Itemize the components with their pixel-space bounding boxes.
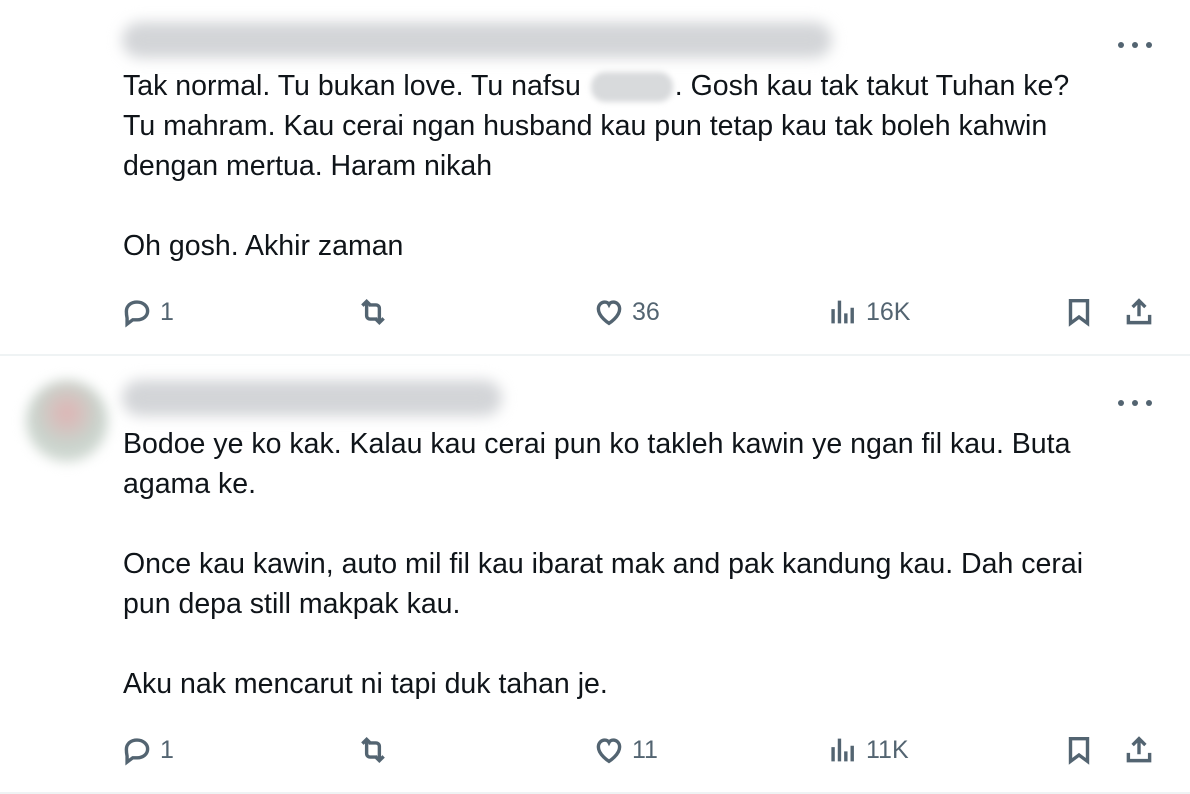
- views-icon: [831, 300, 854, 324]
- tweet-line-blank: [123, 186, 1173, 226]
- bookmark-icon: [1068, 736, 1090, 765]
- bookmark-icon: [1068, 298, 1090, 327]
- retweet-icon: [361, 736, 385, 764]
- divider: [0, 354, 1190, 356]
- retweet-button[interactable]: [356, 730, 390, 770]
- tweet-line: Tu mahram. Kau cerai ngan husband kau pu…: [123, 110, 1048, 142]
- tweet-actions: 1 36 16K: [120, 292, 1160, 332]
- views-button[interactable]: 11K: [826, 730, 909, 770]
- tweet-line-blank: [123, 624, 1173, 664]
- tweet-line: Oh gosh. Akhir zaman: [123, 230, 404, 262]
- reply-button[interactable]: 1: [120, 730, 174, 770]
- views-icon: [831, 738, 854, 762]
- author-name-redacted[interactable]: [122, 380, 502, 416]
- bookmark-button[interactable]: [1062, 292, 1096, 332]
- reply-icon: [124, 300, 150, 328]
- avatar[interactable]: [26, 22, 108, 104]
- author-name-redacted[interactable]: [122, 22, 832, 58]
- tweet-line: agama ke.: [123, 468, 257, 500]
- reply-icon: [124, 738, 150, 766]
- share-icon: [1126, 736, 1152, 763]
- redacted-word: [590, 72, 673, 103]
- retweet-icon: [361, 298, 385, 326]
- more-icon[interactable]: [1118, 398, 1152, 408]
- tweet-actions: 1 11 11K: [120, 730, 1160, 770]
- tweet-line: dengan mertua. Haram nikah: [123, 150, 493, 182]
- reply-button[interactable]: 1: [120, 292, 174, 332]
- share-button[interactable]: [1122, 292, 1156, 332]
- like-icon: [596, 300, 622, 326]
- tweet-line: Aku nak mencarut ni tapi duk tahan je.: [123, 668, 608, 700]
- reply-count: 1: [160, 297, 174, 326]
- tweet-line: pun depa still makpak kau.: [123, 588, 461, 620]
- views-count: 11K: [866, 735, 909, 764]
- tweet-line: Bodoe ye ko kak. Kalau kau cerai pun ko …: [123, 428, 1071, 460]
- views-button[interactable]: 16K: [826, 292, 910, 332]
- tweet-text: Tak normal. Tu bukan love. Tu nafsu . Go…: [123, 66, 1173, 266]
- like-button[interactable]: 36: [592, 292, 660, 332]
- views-count: 16K: [866, 297, 911, 326]
- tweet-line: Once kau kawin, auto mil fil kau ibarat …: [123, 548, 1084, 580]
- tweet-line-blank: [123, 504, 1173, 544]
- share-icon: [1126, 298, 1152, 325]
- like-count: 36: [632, 297, 660, 326]
- reply-count: 1: [160, 735, 174, 764]
- tweet-text: Bodoe ye ko kak. Kalau kau cerai pun ko …: [123, 424, 1173, 704]
- like-button[interactable]: 11: [592, 730, 658, 770]
- bookmark-button[interactable]: [1062, 730, 1096, 770]
- like-icon: [596, 738, 622, 764]
- like-count: 11: [632, 735, 658, 764]
- avatar[interactable]: [26, 380, 108, 462]
- share-button[interactable]: [1122, 730, 1156, 770]
- retweet-button[interactable]: [356, 292, 390, 332]
- tweet-line: Tak normal. Tu bukan love. Tu nafsu . Go…: [123, 70, 1070, 103]
- more-icon[interactable]: [1118, 40, 1152, 50]
